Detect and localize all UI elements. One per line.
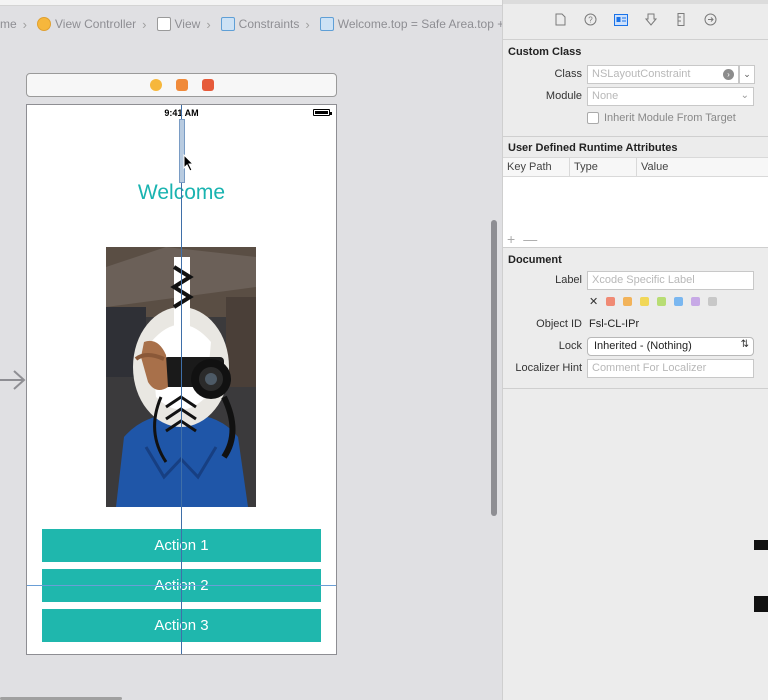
udra-column-type[interactable]: Type	[570, 158, 637, 176]
chevron-down-icon: ⌄	[740, 90, 749, 101]
lock-select[interactable]: Inherited - (Nothing) ⇅	[587, 337, 754, 356]
doc-label-label: Label	[555, 274, 582, 286]
exit-icon[interactable]	[201, 79, 214, 91]
udra-column-key-path[interactable]: Key Path	[503, 158, 570, 176]
chevron-right-icon: ›	[305, 16, 310, 32]
selected-constraint[interactable]	[179, 119, 185, 183]
chevron-down-icon: ⌄	[743, 69, 751, 79]
constraint-icon	[319, 17, 334, 31]
class-field[interactable]: NSLayoutConstraint ›	[587, 65, 739, 84]
jumpbar-item-label: View	[174, 17, 201, 31]
jumpbar-item-label: Constraints	[238, 17, 300, 31]
module-field[interactable]: None ⌄	[587, 87, 754, 106]
view-controller-icon	[37, 17, 52, 31]
document-title: Document	[508, 254, 562, 266]
stepper-arrows-icon: ⇅	[740, 339, 749, 350]
toolbar-strip	[0, 0, 502, 6]
swatch-orange[interactable]	[623, 297, 632, 306]
inherit-module-checkbox[interactable]	[587, 112, 599, 124]
view-icon	[156, 17, 171, 31]
scene-dock	[26, 73, 337, 97]
inspector-tabs: ?	[503, 0, 768, 40]
background-window-fragment	[754, 596, 768, 612]
background-window-fragment	[754, 540, 768, 550]
localizer-hint-label: Localizer Hint	[515, 362, 582, 374]
swatch-gray[interactable]	[708, 297, 717, 306]
doc-label-field[interactable]: Xcode Specific Label	[587, 271, 754, 290]
connections-inspector-icon[interactable]	[704, 13, 718, 27]
entry-point-arrow-icon[interactable]	[0, 370, 26, 390]
attributes-inspector: ? Custom Class Class NSLayoutConstraint …	[502, 0, 768, 700]
chevron-right-icon: ›	[22, 16, 28, 32]
inspector-top-strip	[503, 0, 768, 4]
go-to-class-icon[interactable]: ›	[723, 69, 734, 80]
localizer-hint-field[interactable]: Comment For Localizer	[587, 359, 754, 378]
jumpbar-item-storyboard[interactable]: me ›	[0, 17, 33, 32]
first-responder-icon[interactable]	[175, 79, 188, 91]
object-id-label: Object ID	[536, 318, 582, 330]
no-color-icon[interactable]: ✕	[589, 295, 598, 308]
udra-table-header: Key Path Type Value	[503, 157, 768, 177]
alignment-guide-vertical	[181, 105, 182, 654]
chevron-right-icon: ›	[142, 16, 147, 32]
lock-value: Inherited - (Nothing)	[594, 340, 692, 352]
object-id-value: Fsl-CL-IPr	[589, 318, 640, 330]
quick-help-icon[interactable]: ?	[584, 13, 598, 27]
constraints-icon	[220, 17, 235, 31]
section-divider	[503, 388, 768, 389]
class-label: Class	[554, 68, 582, 80]
swatch-green[interactable]	[657, 297, 666, 306]
label-color-swatches: ✕	[589, 295, 717, 308]
lock-label: Lock	[558, 340, 582, 352]
canvas-vertical-scrollbar[interactable]	[491, 220, 497, 516]
jumpbar-item-label: Welcome.top = Safe Area.top + 80	[337, 17, 502, 31]
battery-icon	[313, 109, 332, 116]
jumpbar-item-view-controller[interactable]: View Controller ›	[37, 17, 153, 32]
jumpbar-item-constraint[interactable]: Welcome.top = Safe Area.top + 80	[319, 17, 502, 31]
swatch-yellow[interactable]	[640, 297, 649, 306]
jumpbar-item-constraints[interactable]: Constraints ›	[220, 16, 316, 32]
swatch-blue[interactable]	[674, 297, 683, 306]
mouse-cursor-icon	[183, 154, 195, 172]
udra-column-value[interactable]: Value	[637, 158, 672, 176]
udra-title: User Defined Runtime Attributes	[508, 142, 678, 154]
remove-attribute-button[interactable]: —	[523, 231, 537, 247]
module-placeholder: None	[592, 90, 619, 102]
size-inspector-icon[interactable]	[674, 13, 688, 27]
class-dropdown-button[interactable]: ⌄	[739, 65, 755, 84]
add-attribute-button[interactable]: +	[507, 231, 515, 247]
jump-bar: me › View Controller › View › Constraint…	[0, 14, 502, 34]
udra-table-body[interactable]: + —	[503, 177, 768, 247]
identity-inspector-icon[interactable]	[613, 13, 628, 27]
inherit-module-label: Inherit Module From Target	[604, 112, 736, 124]
phone-scene[interactable]: 9:41 AM Welcome	[26, 104, 337, 655]
doc-label-placeholder: Xcode Specific Label	[592, 274, 695, 286]
jumpbar-item-view[interactable]: View ›	[156, 16, 217, 32]
custom-class-title: Custom Class	[508, 46, 582, 58]
chevron-right-icon: ›	[206, 16, 211, 32]
attributes-inspector-icon[interactable]	[644, 13, 658, 27]
jumpbar-item-label: View Controller	[55, 17, 137, 31]
swatch-purple[interactable]	[691, 297, 700, 306]
localizer-hint-placeholder: Comment For Localizer	[592, 362, 707, 374]
view-controller-icon[interactable]	[149, 79, 162, 91]
svg-text:?: ?	[588, 16, 593, 25]
jumpbar-item-label: me	[0, 17, 17, 31]
swatch-red[interactable]	[606, 297, 615, 306]
class-placeholder: NSLayoutConstraint	[592, 68, 691, 80]
module-label: Module	[545, 90, 582, 102]
file-inspector-icon[interactable]	[554, 13, 568, 27]
